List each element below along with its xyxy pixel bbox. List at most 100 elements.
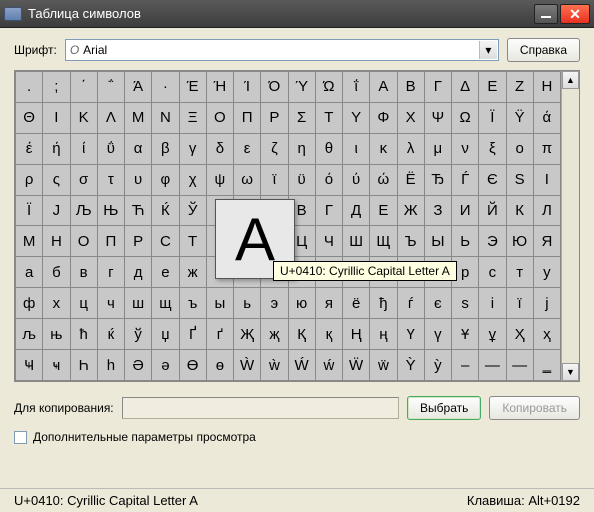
chevron-down-icon[interactable]: ▾ (479, 41, 497, 59)
font-select[interactable]: O Arial ▾ (65, 39, 499, 61)
char-cell[interactable]: Ή (207, 72, 233, 102)
char-cell[interactable]: ч (98, 288, 124, 318)
char-cell[interactable]: Ϊ (479, 103, 505, 133)
char-cell[interactable]: ў (125, 319, 151, 349)
char-cell[interactable]: њ (43, 319, 69, 349)
char-cell[interactable]: ώ (370, 165, 396, 195)
char-cell[interactable]: Ќ (152, 196, 178, 226)
char-cell[interactable]: γ (180, 134, 206, 164)
char-cell[interactable]: Ẅ (343, 350, 369, 380)
char-cell[interactable]: х (43, 288, 69, 318)
scroll-down-button[interactable]: ▼ (562, 363, 579, 381)
char-cell[interactable]: Β (398, 72, 424, 102)
char-cell[interactable]: χ (180, 165, 206, 195)
char-cell[interactable]: Ж (398, 196, 424, 226)
char-cell[interactable]: Ь (452, 226, 478, 256)
char-cell[interactable]: Ω (452, 103, 478, 133)
char-cell[interactable]: ύ (343, 165, 369, 195)
char-cell[interactable]: ю (289, 288, 315, 318)
char-cell[interactable]: Ν (152, 103, 178, 133)
scrollbar[interactable]: ▲ ▼ (561, 71, 579, 381)
char-cell[interactable]: С (152, 226, 178, 256)
char-cell[interactable]: τ (98, 165, 124, 195)
char-cell[interactable]: ц (71, 288, 97, 318)
char-cell[interactable]: щ (152, 288, 178, 318)
char-cell[interactable]: Ү (398, 319, 424, 349)
char-cell[interactable]: Ґ (180, 319, 206, 349)
char-cell[interactable]: в (71, 257, 97, 287)
char-cell[interactable]: Χ (398, 103, 424, 133)
char-cell[interactable]: ί (71, 134, 97, 164)
char-cell[interactable]: э (261, 288, 287, 318)
char-cell[interactable]: М (16, 226, 42, 256)
char-cell[interactable]: љ (16, 319, 42, 349)
char-cell[interactable]: Ỳ (398, 350, 424, 380)
char-cell[interactable]: ж (180, 257, 206, 287)
char-cell[interactable]: Э (479, 226, 505, 256)
char-cell[interactable]: З (425, 196, 451, 226)
char-cell[interactable]: ψ (207, 165, 233, 195)
char-cell[interactable]: υ (125, 165, 151, 195)
char-cell[interactable]: ъ (180, 288, 206, 318)
char-cell[interactable]: Ρ (261, 103, 287, 133)
char-cell[interactable]: К (507, 196, 533, 226)
char-cell[interactable]: Ө (180, 350, 206, 380)
char-cell[interactable]: я (316, 288, 342, 318)
char-cell[interactable]: ң (370, 319, 396, 349)
char-cell[interactable]: . (16, 72, 42, 102)
char-cell[interactable]: Р (125, 226, 151, 256)
char-cell[interactable]: ΄ (71, 72, 97, 102)
char-cell[interactable]: ΰ (98, 134, 124, 164)
char-cell[interactable]: ь (234, 288, 260, 318)
char-cell[interactable]: Ά (125, 72, 151, 102)
char-cell[interactable]: Щ (370, 226, 396, 256)
char-cell[interactable]: π (534, 134, 560, 164)
char-cell[interactable]: є (425, 288, 451, 318)
char-cell[interactable]: Ύ (289, 72, 315, 102)
char-cell[interactable]: Ζ (507, 72, 533, 102)
char-cell[interactable]: Ώ (316, 72, 342, 102)
char-cell[interactable]: Ι (43, 103, 69, 133)
char-cell[interactable]: Κ (71, 103, 97, 133)
char-cell[interactable]: ы (207, 288, 233, 318)
char-cell[interactable]: Ј (43, 196, 69, 226)
minimize-button[interactable] (534, 4, 558, 24)
char-cell[interactable]: ν (452, 134, 478, 164)
char-cell[interactable]: ẁ (261, 350, 287, 380)
char-cell[interactable]: Σ (289, 103, 315, 133)
char-cell[interactable]: т (507, 257, 533, 287)
char-cell[interactable]: І (534, 165, 560, 195)
char-cell[interactable]: Ψ (425, 103, 451, 133)
char-cell[interactable]: Ѕ (507, 165, 533, 195)
char-cell[interactable]: η (289, 134, 315, 164)
char-cell[interactable]: Ђ (425, 165, 451, 195)
char-cell[interactable]: ; (43, 72, 69, 102)
char-cell[interactable]: Λ (98, 103, 124, 133)
char-cell[interactable]: Є (479, 165, 505, 195)
char-cell[interactable]: П (98, 226, 124, 256)
char-cell[interactable]: с (479, 257, 505, 287)
char-cell[interactable]: Ъ (398, 226, 424, 256)
char-cell[interactable]: Ϋ (507, 103, 533, 133)
char-cell[interactable]: Ẃ (289, 350, 315, 380)
char-cell[interactable]: ϋ (289, 165, 315, 195)
char-cell[interactable]: і (479, 288, 505, 318)
char-cell[interactable]: δ (207, 134, 233, 164)
char-cell[interactable]: Δ (452, 72, 478, 102)
char-cell[interactable]: Л (534, 196, 560, 226)
char-cell[interactable]: ё (343, 288, 369, 318)
char-cell[interactable]: Ҳ (507, 319, 533, 349)
char-cell[interactable]: Ό (261, 72, 287, 102)
char-cell[interactable]: Җ (234, 319, 260, 349)
char-cell[interactable]: φ (152, 165, 178, 195)
char-cell[interactable]: Φ (370, 103, 396, 133)
char-cell[interactable]: Υ (343, 103, 369, 133)
char-cell[interactable]: џ (152, 319, 178, 349)
char-cell[interactable]: α (125, 134, 151, 164)
char-cell[interactable]: Й (479, 196, 505, 226)
char-cell[interactable]: җ (261, 319, 287, 349)
char-cell[interactable]: О (71, 226, 97, 256)
char-cell[interactable]: Ί (234, 72, 260, 102)
char-cell[interactable]: Һ (71, 350, 97, 380)
char-cell[interactable]: ο (507, 134, 533, 164)
